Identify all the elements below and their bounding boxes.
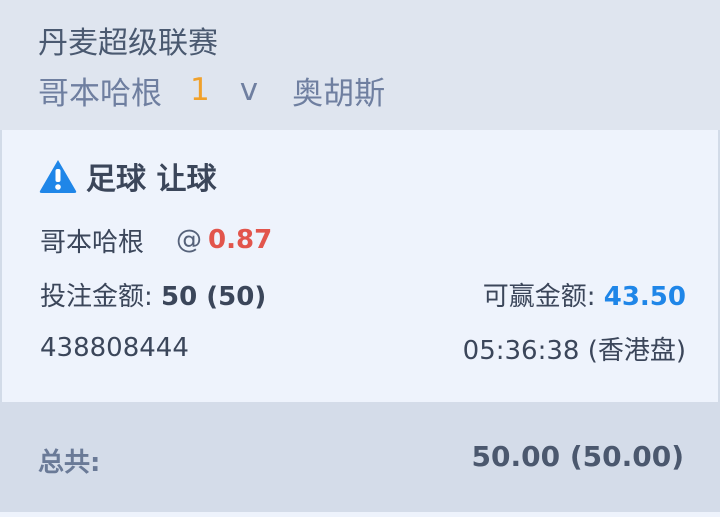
odds-value: 0.87 — [208, 225, 273, 255]
total-footer: 总共: 50.00 (50.00) — [0, 402, 720, 512]
stake-row: 投注金额: 50 (50) 可赢金额: 43.50 — [40, 276, 686, 312]
stake-value: 50 (50) — [161, 281, 267, 312]
versus-label: v — [239, 72, 259, 108]
league-name: 丹麦超级联赛 — [38, 26, 218, 61]
stake: 投注金额: 50 (50) — [40, 276, 266, 313]
bet-type-label: 足球 让球 — [86, 162, 217, 197]
match-header: 丹麦超级联赛 哥本哈根 1 v 奥胡斯 — [0, 0, 720, 130]
selection-team: 哥本哈根 — [40, 227, 145, 258]
win-label: 可赢金额: — [482, 281, 604, 312]
home-team: 哥本哈根 — [38, 75, 162, 112]
potential-win: 可赢金额: 43.50 — [483, 276, 686, 313]
bottom-divider — [0, 512, 720, 517]
total-label: 总共: — [38, 448, 101, 478]
at-symbol: @ — [176, 225, 203, 255]
match-line: 哥本哈根 1 v 奥胡斯 — [38, 70, 386, 112]
bet-type: 足球 让球 — [38, 156, 217, 197]
match-score: 1 — [190, 72, 210, 108]
away-team: 奥胡斯 — [292, 75, 386, 112]
win-value: 43.50 — [603, 281, 686, 312]
bet-slip-card: 足球 让球 哥本哈根 @ 0.87 投注金额: 50 (50) 可赢金额: 43… — [0, 130, 720, 402]
warning-icon — [39, 160, 77, 193]
ticket-info-row: 438808444 05:36:38 (香港盘) — [40, 330, 686, 366]
bet-time: 05:36:38 (香港盘) — [462, 335, 686, 366]
stake-label: 投注金额: — [40, 281, 162, 312]
total-value: 50.00 (50.00) — [471, 440, 684, 473]
selection-line: 哥本哈根 @ 0.87 — [40, 222, 272, 258]
ticket-id: 438808444 — [40, 333, 189, 363]
